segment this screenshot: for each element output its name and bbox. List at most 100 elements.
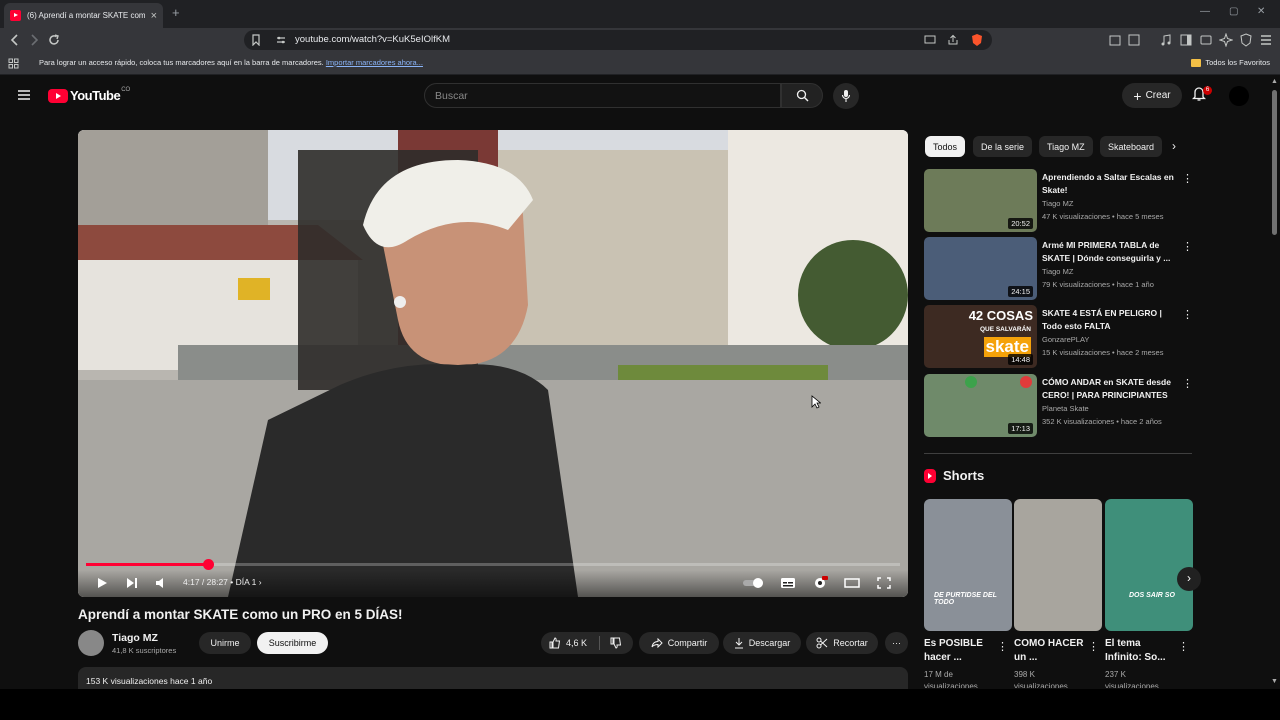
new-tab-button[interactable]: + (172, 5, 180, 20)
menu-icon[interactable] (1259, 33, 1273, 47)
close-tab-icon[interactable]: × (151, 10, 157, 22)
more-options-icon[interactable]: ⋮ (1178, 640, 1189, 653)
chip-de-la-serie[interactable]: De la serie (973, 136, 1033, 157)
video-thumbnail[interactable]: 42 COSAS QUE SALVARÁN skate 14:48 (924, 305, 1037, 368)
music-icon[interactable] (1159, 33, 1173, 47)
volume-icon[interactable] (154, 576, 170, 590)
theater-mode-icon[interactable] (844, 576, 860, 590)
close-window-icon[interactable]: ✕ (1257, 6, 1265, 17)
like-count[interactable]: 4,6 K (566, 638, 587, 648)
video-progress-bar[interactable] (86, 559, 900, 570)
page-scrollbar-thumb[interactable] (1272, 90, 1277, 235)
clip-button[interactable]: Recortar (806, 632, 878, 654)
next-video-icon[interactable] (124, 576, 140, 590)
chapter-label[interactable]: DÍA 1 (236, 577, 257, 587)
subtitles-icon[interactable] (780, 576, 796, 590)
vpn-icon[interactable] (1239, 33, 1253, 47)
reload-icon[interactable] (47, 33, 61, 47)
short-title[interactable]: El tema Infinito: So... (1105, 637, 1177, 665)
video-thumbnail[interactable]: 20:52 (924, 169, 1037, 232)
account-avatar[interactable] (1229, 86, 1249, 106)
autoplay-toggle-icon[interactable] (742, 576, 766, 590)
all-favorites-folder[interactable]: Todos los Favoritos (1191, 58, 1270, 67)
sidebar-icon[interactable] (1179, 33, 1193, 47)
leo-ai-icon[interactable] (1219, 33, 1233, 47)
voice-search-button[interactable] (833, 83, 859, 109)
chip-tiago-mz[interactable]: Tiago MZ (1039, 136, 1093, 157)
video-title[interactable]: Armé MI PRIMERA TABLA de SKATE | Dónde c… (1042, 239, 1174, 264)
screenshot-icon[interactable] (1127, 33, 1141, 47)
bookmark-icon[interactable] (251, 34, 261, 46)
settings-gear-icon[interactable] (812, 576, 828, 590)
youtube-logo[interactable]: YouTube CO (48, 87, 130, 103)
extensions-icon[interactable] (1108, 33, 1122, 47)
youtube-play-logo-icon (48, 88, 68, 103)
more-actions-button[interactable]: ··· (885, 632, 908, 654)
video-player[interactable]: 4:17 / 28:27 • DÍA 1 › (78, 130, 908, 597)
share-button[interactable]: Compartir (639, 632, 719, 654)
recommended-video[interactable]: 17:13 CÓMO ANDAR en SKATE desde CERO! | … (924, 374, 1193, 438)
chips-next-arrow-icon[interactable]: › (1172, 139, 1176, 153)
brave-shield-icon[interactable] (970, 33, 984, 47)
video-thumbnail[interactable]: 17:13 (924, 374, 1037, 437)
hamburger-menu-icon[interactable] (17, 89, 31, 101)
chip-todos[interactable]: Todos (925, 136, 966, 157)
video-title[interactable]: SKATE 4 ESTÁ EN PELIGRO | Todo esto FALT… (1042, 307, 1174, 332)
more-options-icon[interactable]: ⋮ (997, 640, 1008, 653)
recommended-video[interactable]: 20:52 Aprendiendo a Saltar Escalas en Sk… (924, 169, 1193, 233)
scroll-down-arrow-icon[interactable]: ▼ (1271, 678, 1278, 685)
more-options-icon[interactable]: ⋮ (1182, 240, 1193, 253)
play-icon[interactable] (94, 576, 110, 590)
folder-icon (1191, 58, 1202, 67)
channel-name[interactable]: Planeta Skate (1042, 404, 1089, 413)
more-options-icon[interactable]: ⋮ (1088, 640, 1099, 653)
more-options-icon[interactable]: ⋮ (1182, 377, 1193, 390)
more-options-icon[interactable]: ⋮ (1182, 308, 1193, 321)
short-title[interactable]: Es POSIBLE hacer ... (924, 637, 996, 665)
chip-skateboard[interactable]: Skateboard (1100, 136, 1162, 157)
channel-avatar[interactable] (78, 630, 104, 656)
join-button[interactable]: Unirme (199, 632, 251, 654)
video-thumbnail[interactable]: 24:15 (924, 237, 1037, 300)
import-bookmarks-link[interactable]: Importar marcadores ahora... (326, 58, 423, 67)
search-button[interactable] (781, 83, 823, 108)
cast-icon[interactable] (924, 35, 936, 45)
forward-arrow-icon[interactable] (27, 33, 41, 47)
site-info-icon[interactable] (276, 35, 286, 45)
video-title[interactable]: CÓMO ANDAR en SKATE desde CERO! | PARA P… (1042, 376, 1174, 401)
back-arrow-icon[interactable] (8, 33, 22, 47)
scissors-icon (816, 637, 828, 649)
shorts-next-button[interactable]: › (1177, 567, 1201, 591)
short-meta: 398 K visualizaciones (1014, 670, 1068, 688)
download-button[interactable]: Descargar (723, 632, 801, 654)
short-thumbnail[interactable]: DE PURTIDSE DEL TODO (924, 499, 1012, 631)
notification-count-badge: 6 (1203, 86, 1212, 95)
short-thumbnail[interactable]: DOS SAIR SO (1105, 499, 1193, 631)
channel-name[interactable]: Tiago MZ (112, 632, 158, 644)
minimize-window-icon[interactable]: — (1200, 6, 1210, 17)
maximize-window-icon[interactable]: ▢ (1229, 6, 1238, 17)
channel-name[interactable]: Tiago MZ (1042, 267, 1073, 276)
channel-name[interactable]: GonzarePLAY (1042, 335, 1089, 344)
recommended-video[interactable]: 42 COSAS QUE SALVARÁN skate 14:48 SKATE … (924, 305, 1193, 369)
more-options-icon[interactable]: ⋮ (1182, 172, 1193, 185)
like-thumb-icon[interactable] (549, 637, 561, 649)
recommended-video[interactable]: 24:15 Armé MI PRIMERA TABLA de SKATE | D… (924, 237, 1193, 301)
subscribe-button[interactable]: Suscribirme (257, 632, 328, 654)
wallet-icon[interactable] (1199, 33, 1213, 47)
address-bar[interactable]: youtube.com/watch?v=KuK5eIOlfKM (244, 30, 992, 50)
scroll-up-arrow-icon[interactable]: ▲ (1271, 78, 1278, 85)
video-title[interactable]: Aprendiendo a Saltar Escalas en Skate! (1042, 171, 1174, 196)
create-button[interactable]: + Crear (1122, 83, 1182, 108)
search-input[interactable]: Buscar (424, 83, 781, 108)
download-icon (734, 638, 743, 649)
channel-name[interactable]: Tiago MZ (1042, 199, 1073, 208)
description-box[interactable]: 153 K visualizaciones hace 1 año (78, 667, 908, 689)
fullscreen-icon[interactable] (876, 576, 892, 590)
apps-grid-icon[interactable] (8, 58, 19, 69)
browser-tab[interactable]: (6) Aprendí a montar SKATE como un PRO e… (4, 3, 163, 28)
short-title[interactable]: COMO HACER un ... (1014, 637, 1086, 665)
dislike-thumb-icon[interactable] (610, 637, 622, 649)
short-thumbnail[interactable] (1014, 499, 1102, 631)
share-page-icon[interactable] (947, 34, 959, 46)
